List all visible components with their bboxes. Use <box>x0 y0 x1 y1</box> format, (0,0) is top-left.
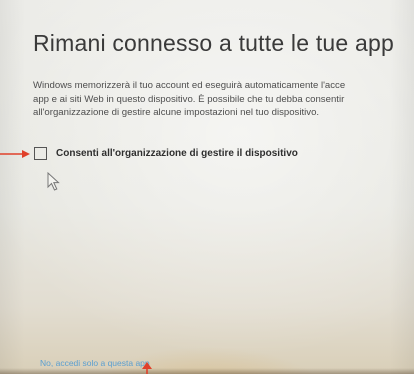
allow-org-manage-checkbox[interactable] <box>34 147 47 160</box>
checkbox-label: Consenti all'organizzazione di gestire i… <box>56 148 298 159</box>
photo-bottom-edge <box>0 368 414 374</box>
description-line: app e ai siti Web in questo dispositivo.… <box>33 93 345 105</box>
mouse-pointer-icon <box>47 172 60 191</box>
description-line: all'organizzazione di gestire alcune imp… <box>33 107 320 118</box>
red-arrow-right-icon <box>0 150 30 158</box>
page-title: Rimani connesso a tutte le tue app <box>33 30 394 56</box>
sign-in-this-app-only-link[interactable]: No, accedi solo a questa app <box>40 358 150 368</box>
description-text: Windows memorizzerà il tuo account ed es… <box>33 79 414 120</box>
description-line: Windows memorizzerà il tuo account ed es… <box>33 80 346 91</box>
allow-org-manage-checkbox-row[interactable]: Consenti all'organizzazione di gestire i… <box>34 147 298 160</box>
red-arrow-up-icon <box>142 362 152 374</box>
